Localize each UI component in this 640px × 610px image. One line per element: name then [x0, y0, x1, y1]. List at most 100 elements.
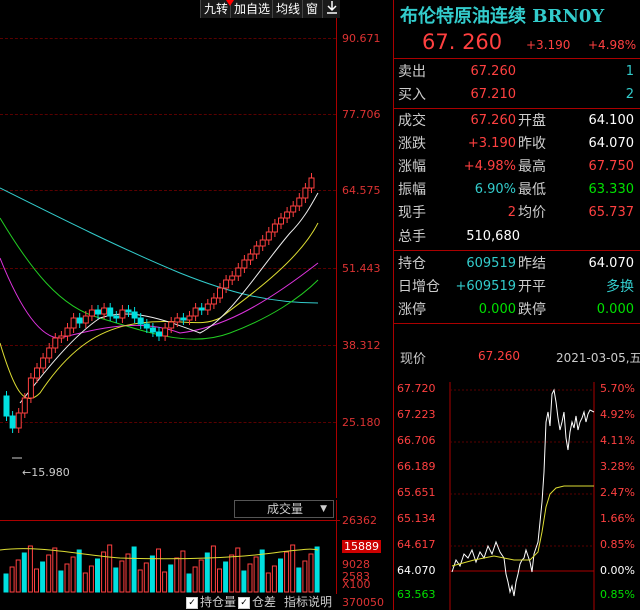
candle-body — [247, 253, 254, 261]
position-label: 涨停 — [398, 302, 426, 318]
indicator-select[interactable]: 成交量 ▼ — [234, 500, 334, 518]
volume-bar — [76, 549, 82, 593]
position-value: 0.000 — [478, 302, 516, 317]
quote-side-panel: 布伦特原油连续 BRN0Y 67. 260 +3.190 +4.98% 卖出 6… — [393, 0, 640, 610]
volume-bar — [235, 547, 241, 593]
volume-bar — [278, 558, 283, 593]
volume-bar — [204, 552, 210, 593]
open-interest-checkbox[interactable]: ✓ 持仓量 — [186, 594, 236, 610]
candle-body — [46, 347, 53, 359]
stat-label: 最低 — [518, 182, 546, 198]
price-tick: 77.706 — [342, 108, 381, 121]
candle-body — [223, 279, 230, 289]
moving-average-button[interactable]: 均线 — [272, 0, 302, 18]
candle-body — [271, 223, 278, 233]
chevron-down-icon: ▼ — [320, 504, 327, 514]
ask-volume: 1 — [625, 64, 634, 79]
price-tick: 38.312 — [342, 339, 381, 352]
position-row: 持仓 609519 昨结 64.070 — [394, 253, 640, 275]
volume-bar — [52, 547, 58, 593]
position-value: 0.000 — [596, 302, 634, 317]
checkbox-checked-icon: ✓ — [238, 596, 250, 609]
price-tick: 90.671 — [342, 32, 381, 45]
bid-row: 买入 67.210 2 — [394, 84, 640, 106]
candle-body — [58, 335, 65, 339]
stats-row: 振幅 6.90% 最低 63.330 — [394, 179, 640, 201]
candle-body — [210, 297, 217, 305]
volume-bar — [131, 546, 137, 593]
candlestick-chart[interactable] — [0, 18, 336, 498]
candle-body — [70, 317, 77, 329]
ask-price: 67.260 — [470, 64, 517, 79]
candle-body — [235, 267, 242, 277]
volume-bar — [210, 545, 216, 593]
indicator-help-link[interactable]: 指标说明 — [284, 594, 332, 610]
price-tick: 51.443 — [342, 262, 381, 275]
intraday-chart[interactable]: 67.720 67.223 66.706 66.189 65.651 65.13… — [394, 382, 640, 610]
candle-body — [82, 315, 89, 324]
volume-bar — [192, 566, 198, 593]
volume-bar — [137, 569, 143, 593]
volume-chart[interactable] — [0, 520, 336, 595]
intraday-price: 67.260 — [478, 349, 520, 363]
divider — [394, 250, 640, 251]
stat-value: 67.750 — [588, 159, 635, 174]
candle-body — [253, 245, 260, 255]
volume-bar — [284, 551, 290, 593]
position-label: 日增仓 — [398, 279, 440, 295]
candle-body — [3, 395, 10, 417]
volume-bar — [58, 570, 64, 593]
volume-bar — [198, 559, 204, 593]
instrument-title: 布伦特原油连续 BRN0Y — [400, 2, 604, 28]
marker-triangle-icon — [226, 0, 234, 6]
candle-body — [34, 367, 40, 379]
candle-body — [107, 307, 114, 317]
divider — [394, 58, 640, 59]
volume-bar — [265, 572, 271, 593]
volume-bar — [15, 559, 21, 593]
volume-bar — [296, 567, 302, 593]
checkbox-checked-icon: ✓ — [186, 596, 198, 609]
stat-label: 昨收 — [518, 136, 546, 152]
volume-bar — [247, 563, 253, 593]
add-watchlist-button[interactable]: 加自选 — [230, 0, 272, 18]
volume-bar — [186, 573, 192, 593]
candle-body — [95, 309, 101, 315]
volume-bar — [229, 554, 235, 593]
volume-bar — [9, 566, 15, 593]
kline-chart-panel[interactable]: 九转 加自选 均线 窗 90.671 77.706 64.575 51.443 … — [0, 0, 393, 610]
candle-body — [113, 315, 120, 319]
price-axis-line — [336, 18, 337, 498]
stat-value: 64.070 — [588, 136, 635, 151]
oi-diff-checkbox[interactable]: ✓ 仓差 — [238, 594, 276, 610]
window-button[interactable]: 窗 — [302, 0, 322, 18]
stat-label: 成交 — [398, 113, 426, 129]
volume-tick-current: 15889 — [342, 540, 381, 553]
volume-bar — [162, 571, 168, 593]
stats-row: 成交 67.260 开盘 64.100 — [394, 110, 640, 132]
moving-average-label: 均线 — [276, 2, 301, 16]
position-value: +609519 — [455, 279, 516, 294]
candle-body — [229, 275, 236, 281]
volume-bar — [180, 550, 186, 593]
volume-bar — [314, 546, 320, 593]
volume-bar — [101, 551, 107, 593]
volume-bar — [259, 549, 265, 593]
download-arrow-icon[interactable] — [322, 0, 340, 18]
volume-bar — [271, 565, 277, 593]
position-value: 609519 — [466, 256, 516, 271]
volume-bar — [119, 560, 125, 593]
candle-body — [27, 377, 34, 399]
stats-row: 涨幅 +4.98% 最高 67.750 — [394, 156, 640, 178]
volume-bar — [27, 545, 33, 593]
candle-body — [278, 217, 284, 225]
volume-unit: X100 — [342, 578, 371, 591]
total-volume-row: 总手 510,680 — [394, 226, 640, 248]
candle-body — [198, 307, 205, 311]
candle-body — [119, 309, 126, 319]
ask-row: 卖出 67.260 1 — [394, 61, 640, 83]
candle-body — [156, 331, 162, 337]
candle-body — [186, 315, 193, 321]
candle-body — [241, 259, 248, 269]
stats-row: 现手 2 均价 65.737 — [394, 202, 640, 224]
